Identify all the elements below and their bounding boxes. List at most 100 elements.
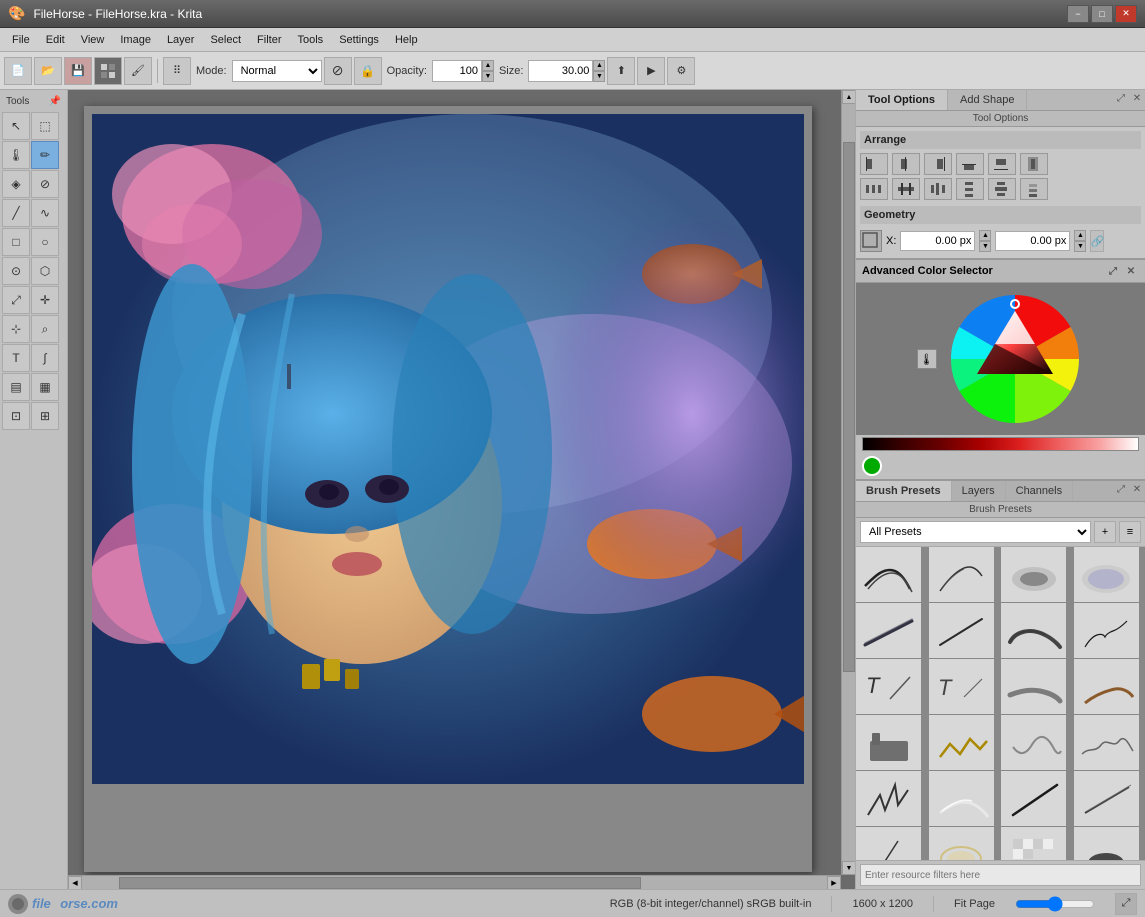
pattern-button[interactable] bbox=[94, 57, 122, 85]
dist-mid-v[interactable] bbox=[988, 178, 1016, 200]
brush-cell-12[interactable] bbox=[1074, 659, 1139, 714]
menu-layer[interactable]: Layer bbox=[159, 31, 203, 49]
menu-image[interactable]: Image bbox=[112, 31, 159, 49]
dist-bottom[interactable] bbox=[1020, 178, 1048, 200]
brush-cell-1[interactable] bbox=[856, 547, 921, 602]
tool-measure[interactable]: ⊡ bbox=[2, 402, 30, 430]
opacity-up[interactable]: ▲ bbox=[482, 60, 494, 71]
brush-cell-20[interactable] bbox=[1074, 771, 1139, 826]
brush-preset-btn[interactable]: 🖌 bbox=[124, 57, 152, 85]
save-button[interactable]: 💾 bbox=[64, 57, 92, 85]
brush-panel-float[interactable]: ⤢ bbox=[1113, 481, 1129, 497]
lock-ratio-btn[interactable]: 🔗 bbox=[1090, 230, 1104, 252]
menu-filter[interactable]: Filter bbox=[249, 31, 289, 49]
dist-right[interactable] bbox=[924, 178, 952, 200]
y-input[interactable] bbox=[995, 231, 1070, 251]
fullscreen-btn[interactable]: ⤢ bbox=[1115, 893, 1137, 915]
tool-eraser[interactable]: ⊘ bbox=[31, 170, 59, 198]
opacity-down[interactable]: ▼ bbox=[482, 71, 494, 82]
scroll-track-h[interactable] bbox=[82, 876, 827, 889]
tool-select[interactable]: ↖ bbox=[2, 112, 30, 140]
brush-cell-2[interactable] bbox=[929, 547, 994, 602]
size-input[interactable]: 30.00 bbox=[528, 60, 593, 82]
foreground-color[interactable] bbox=[862, 456, 882, 476]
scroll-up-btn[interactable]: ▲ bbox=[842, 90, 855, 104]
menu-help[interactable]: Help bbox=[387, 31, 426, 49]
tool-smart[interactable]: ⊞ bbox=[31, 402, 59, 430]
new-button[interactable]: 📄 bbox=[4, 57, 32, 85]
color-panel-float[interactable]: ⤢ bbox=[1105, 263, 1121, 279]
tool-calligraphy[interactable]: ∫ bbox=[31, 344, 59, 372]
brush-cell-14[interactable] bbox=[929, 715, 994, 770]
scroll-track-v[interactable] bbox=[842, 104, 855, 861]
size-down[interactable]: ▼ bbox=[593, 71, 605, 82]
scroll-right-btn[interactable]: ▶ bbox=[827, 876, 841, 889]
tool-polygon-sel[interactable]: ⬡ bbox=[31, 257, 59, 285]
scroll-left-btn[interactable]: ◀ bbox=[68, 876, 82, 889]
brush-cell-23[interactable] bbox=[1001, 827, 1066, 860]
grid-button[interactable]: ⠿ bbox=[163, 57, 191, 85]
brush-cell-15[interactable] bbox=[1001, 715, 1066, 770]
tab-tool-options[interactable]: Tool Options bbox=[856, 90, 948, 110]
tab-brush-presets[interactable]: Brush Presets bbox=[856, 481, 952, 501]
color-wheel[interactable] bbox=[945, 289, 1085, 429]
tool-move[interactable]: ✛ bbox=[31, 286, 59, 314]
eyedrop-color-btn[interactable]: 🌡 bbox=[917, 349, 937, 369]
size-up[interactable]: ▲ bbox=[593, 60, 605, 71]
brush-category-select[interactable]: All Presets Basic Ink Watercolor bbox=[860, 521, 1091, 543]
menu-settings[interactable]: Settings bbox=[331, 31, 387, 49]
brush-cell-6[interactable] bbox=[929, 603, 994, 658]
canvas-area[interactable]: ▲ ▼ ◀ ▶ bbox=[68, 90, 855, 889]
vertical-scrollbar[interactable]: ▲ ▼ bbox=[841, 90, 855, 875]
tool-circle[interactable]: ○ bbox=[31, 228, 59, 256]
brush-cell-13[interactable] bbox=[856, 715, 921, 770]
tool-rect[interactable]: □ bbox=[2, 228, 30, 256]
close-button[interactable]: ✕ bbox=[1115, 5, 1137, 23]
brush-cell-18[interactable] bbox=[929, 771, 994, 826]
settings-btn2[interactable]: ⚙ bbox=[667, 57, 695, 85]
color-gradient-bar[interactable] bbox=[862, 437, 1139, 451]
open-button[interactable]: 📂 bbox=[34, 57, 62, 85]
brush-cell-10[interactable]: T bbox=[929, 659, 994, 714]
tool-zoom[interactable]: ⌕ bbox=[31, 315, 59, 343]
tab-layers[interactable]: Layers bbox=[952, 481, 1006, 501]
brush-cell-17[interactable] bbox=[856, 771, 921, 826]
brush-cell-24[interactable] bbox=[1074, 827, 1139, 860]
scroll-thumb-h[interactable] bbox=[119, 877, 641, 889]
preset-menu-btn[interactable]: ≡ bbox=[1119, 521, 1141, 543]
brush-cell-22[interactable] bbox=[929, 827, 994, 860]
panel-float-btn[interactable]: ⤢ bbox=[1113, 90, 1129, 106]
align-left[interactable] bbox=[860, 153, 888, 175]
menu-edit[interactable]: Edit bbox=[38, 31, 73, 49]
mode-select[interactable]: Normal Multiply Screen Overlay bbox=[232, 60, 322, 82]
dist-top[interactable] bbox=[956, 178, 984, 200]
tool-smudge[interactable]: ◈ bbox=[2, 170, 30, 198]
tool-transform[interactable]: ⤢ bbox=[2, 286, 30, 314]
align-bottom-r[interactable] bbox=[988, 153, 1016, 175]
menu-file[interactable]: File bbox=[4, 31, 38, 49]
eraser-toggle[interactable]: ⊘ bbox=[324, 57, 352, 85]
menu-view[interactable]: View bbox=[73, 31, 113, 49]
brush-cell-21[interactable] bbox=[856, 827, 921, 860]
size-extra[interactable]: ⬆ bbox=[607, 57, 635, 85]
tool-gradient[interactable]: ▤ bbox=[2, 373, 30, 401]
add-preset-btn[interactable]: + bbox=[1094, 521, 1116, 543]
horizontal-scrollbar[interactable]: ◀ ▶ bbox=[68, 875, 841, 889]
brush-cell-4[interactable] bbox=[1074, 547, 1139, 602]
tool-line[interactable]: ╱ bbox=[2, 199, 30, 227]
playback-btn[interactable]: ▶ bbox=[637, 57, 665, 85]
dist-left[interactable] bbox=[860, 178, 888, 200]
color-panel-close[interactable]: ✕ bbox=[1123, 263, 1139, 279]
tool-text[interactable]: T bbox=[2, 344, 30, 372]
brush-cell-7[interactable] bbox=[1001, 603, 1066, 658]
minimize-button[interactable]: − bbox=[1067, 5, 1089, 23]
tab-add-shape[interactable]: Add Shape bbox=[948, 90, 1027, 110]
zoom-slider[interactable] bbox=[1015, 896, 1095, 912]
toolbox-pin[interactable]: 📌 bbox=[49, 96, 61, 107]
canvas-image[interactable] bbox=[92, 114, 804, 784]
y-up[interactable]: ▲ bbox=[1074, 230, 1086, 241]
resource-filter-input[interactable] bbox=[860, 864, 1141, 886]
maximize-button[interactable]: □ bbox=[1091, 5, 1113, 23]
align-center-h[interactable] bbox=[892, 153, 920, 175]
x-up[interactable]: ▲ bbox=[979, 230, 991, 241]
